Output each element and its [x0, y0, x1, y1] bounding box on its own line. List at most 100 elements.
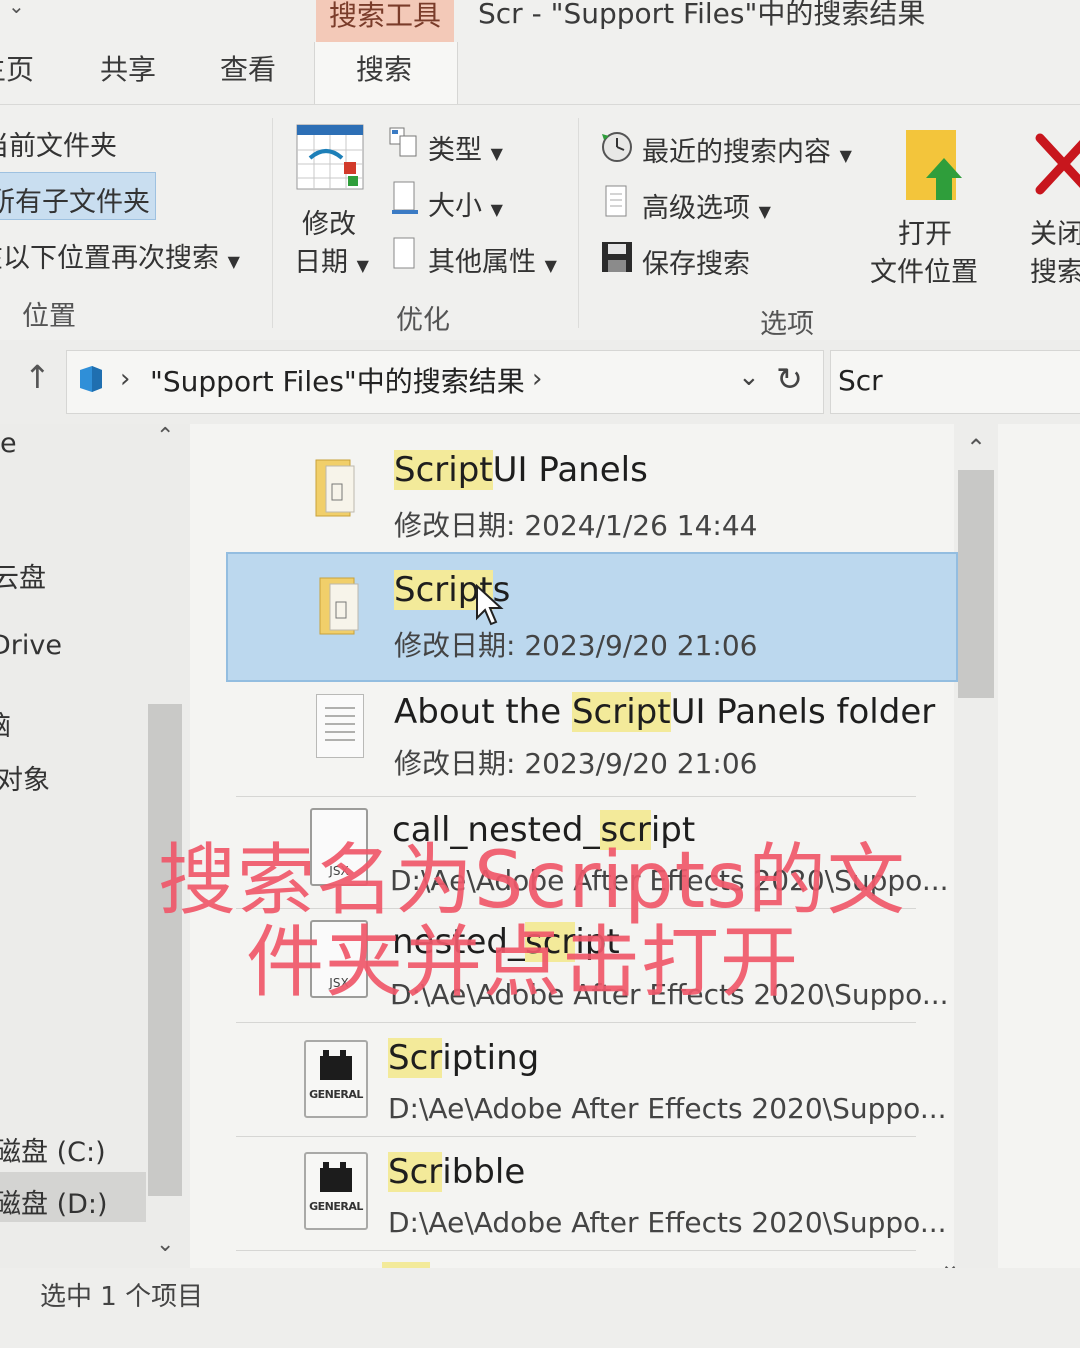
search-match-highlight: Script: [394, 450, 493, 490]
search-again-label: 在以下位置再次搜索: [0, 243, 219, 274]
close-search-icon[interactable]: [1034, 132, 1080, 196]
list-scroll-up-icon[interactable]: ⌃: [966, 434, 986, 462]
advanced-options-icon: [604, 184, 630, 220]
other-properties-button[interactable]: 其他属性 ▼: [428, 240, 557, 279]
nav-item-cloud-drive[interactable]: 云盘: [0, 556, 46, 595]
recent-searches-icon: [600, 130, 634, 164]
options-group-label: 选项: [760, 309, 814, 340]
dropdown-caret-icon: ▼: [839, 146, 852, 165]
refine-group-label: 优化: [396, 305, 450, 336]
breadcrumb-chevron-icon[interactable]: ›: [120, 364, 130, 394]
item-modified-date: 修改日期: 2023/9/20 21:06: [394, 747, 758, 780]
tab-search[interactable]: 搜索: [356, 48, 412, 88]
open-location-label-2[interactable]: 文件位置: [870, 250, 978, 289]
status-selection-count: 选中 1 个项目: [40, 1282, 204, 1312]
close-search-label-1[interactable]: 关闭: [1030, 212, 1080, 251]
dropdown-caret-icon: ▼: [356, 256, 369, 275]
row-divider: [236, 1136, 916, 1137]
tabs-divider: [0, 104, 1080, 105]
location-group-label: 位置: [22, 301, 76, 332]
kind-icon: [388, 126, 420, 160]
general-icon-label: GENERAL: [309, 1088, 363, 1101]
row-divider: [236, 796, 916, 797]
nav-item-3d-objects[interactable]: 对象: [0, 758, 50, 797]
nav-scroll-up-icon[interactable]: ⌃: [156, 424, 174, 449]
save-search-button[interactable]: 保存搜索: [642, 242, 750, 281]
dropdown-caret-icon: ▼: [758, 202, 771, 221]
item-name: Scripting: [388, 1038, 539, 1078]
quick-access-chevron-icon[interactable]: ⌄: [8, 0, 25, 18]
dropdown-caret-icon: ▼: [544, 256, 557, 275]
nav-item-drive-c[interactable]: 磁盘 (C:): [0, 1130, 106, 1169]
search-match-highlight: Scr: [388, 1152, 443, 1192]
search-input-value: Scr: [838, 364, 883, 397]
general-icon-label: GENERAL: [309, 1200, 363, 1213]
tab-home[interactable]: 主页: [0, 48, 34, 88]
open-location-label-1[interactable]: 打开: [898, 212, 952, 251]
current-folder-button[interactable]: 当前文件夹: [0, 124, 117, 163]
contextual-tab-label: 搜索工具: [328, 0, 441, 32]
calendar-icon[interactable]: [296, 124, 364, 190]
general-file-icon: GENERAL: [304, 1152, 368, 1230]
item-name: About the ScriptUI Panels folder: [394, 692, 935, 732]
item-name: Scribble: [388, 1152, 525, 1192]
row-divider: [236, 1022, 916, 1023]
date-modified-button[interactable]: 日期 ▼: [294, 240, 369, 279]
name-post: ibble: [442, 1152, 526, 1192]
save-search-icon: [600, 240, 634, 274]
nav-item-onedrive[interactable]: Drive: [0, 630, 62, 661]
list-scrollbar-thumb[interactable]: [958, 470, 994, 698]
search-match-highlight: Scr: [388, 1038, 443, 1078]
folder-icon: [314, 456, 356, 517]
overlay-caption-line2: 件夹并点击打开: [246, 918, 800, 1008]
size-icon: [392, 180, 418, 216]
size-label: 大小: [428, 191, 482, 222]
item-modified-date: 修改日期: 2023/9/20 21:06: [394, 629, 758, 662]
address-history-chevron-down-icon[interactable]: ⌄: [738, 362, 760, 392]
mouse-cursor-icon: [474, 583, 506, 628]
nav-scroll-down-icon[interactable]: ⌄: [156, 1232, 174, 1257]
name-post: ipting: [442, 1038, 540, 1078]
item-name: ScriptUI Panels: [394, 450, 648, 490]
tab-share[interactable]: 共享: [100, 48, 156, 88]
open-file-location-icon[interactable]: [900, 128, 966, 204]
text-file-icon: [316, 694, 364, 758]
kind-button[interactable]: 类型 ▼: [428, 128, 503, 167]
nav-item-this-pc[interactable]: 脑: [0, 704, 11, 743]
tab-view[interactable]: 查看: [220, 48, 276, 88]
group-separator: [272, 118, 273, 328]
name-post: UI Panels: [492, 450, 648, 490]
breadcrumb-chevron-icon[interactable]: ›: [532, 364, 542, 394]
search-match-highlight: Script: [571, 692, 671, 732]
name-post: UI Panels folder: [670, 692, 936, 732]
nav-item-drive-d[interactable]: 磁盘 (D:): [0, 1182, 108, 1221]
date-modified-label-2: 日期: [294, 247, 348, 278]
close-search-label-2[interactable]: 搜索: [1030, 250, 1080, 289]
up-arrow-icon[interactable]: ↑: [24, 358, 51, 396]
search-results-location-icon: [78, 364, 104, 394]
search-again-button[interactable]: 在以下位置再次搜索 ▼: [0, 236, 240, 275]
other-properties-icon: [392, 236, 418, 272]
refresh-icon[interactable]: ↻: [776, 360, 803, 398]
nav-scrollbar-thumb[interactable]: [148, 704, 182, 1196]
dropdown-caret-icon: ▼: [227, 252, 240, 271]
advanced-options-button[interactable]: 高级选项 ▼: [642, 186, 771, 225]
row-divider: [236, 1250, 916, 1251]
date-modified-label-1[interactable]: 修改: [302, 202, 356, 241]
folder-icon: [318, 574, 360, 635]
dropdown-caret-icon: ▼: [490, 200, 503, 219]
breadcrumb-path[interactable]: "Support Files"中的搜索结果: [150, 360, 525, 400]
name-pre: About the: [394, 692, 572, 732]
kind-label: 类型: [428, 135, 482, 166]
general-file-icon: GENERAL: [304, 1040, 368, 1118]
all-subfolders-button[interactable]: 所有子文件夹: [0, 180, 150, 219]
item-path: D:\Ae\Adobe After Effects 2020\Suppo...: [388, 1206, 947, 1239]
nav-item[interactable]: e: [0, 428, 17, 459]
window-title: Scr - "Support Files"中的搜索结果: [478, 0, 926, 30]
other-properties-label: 其他属性: [428, 247, 536, 278]
group-separator: [578, 118, 579, 328]
dropdown-caret-icon: ▼: [490, 144, 503, 163]
recent-searches-button[interactable]: 最近的搜索内容 ▼: [642, 130, 852, 169]
size-button[interactable]: 大小 ▼: [428, 184, 503, 223]
item-path: D:\Ae\Adobe After Effects 2020\Suppo...: [388, 1092, 947, 1125]
